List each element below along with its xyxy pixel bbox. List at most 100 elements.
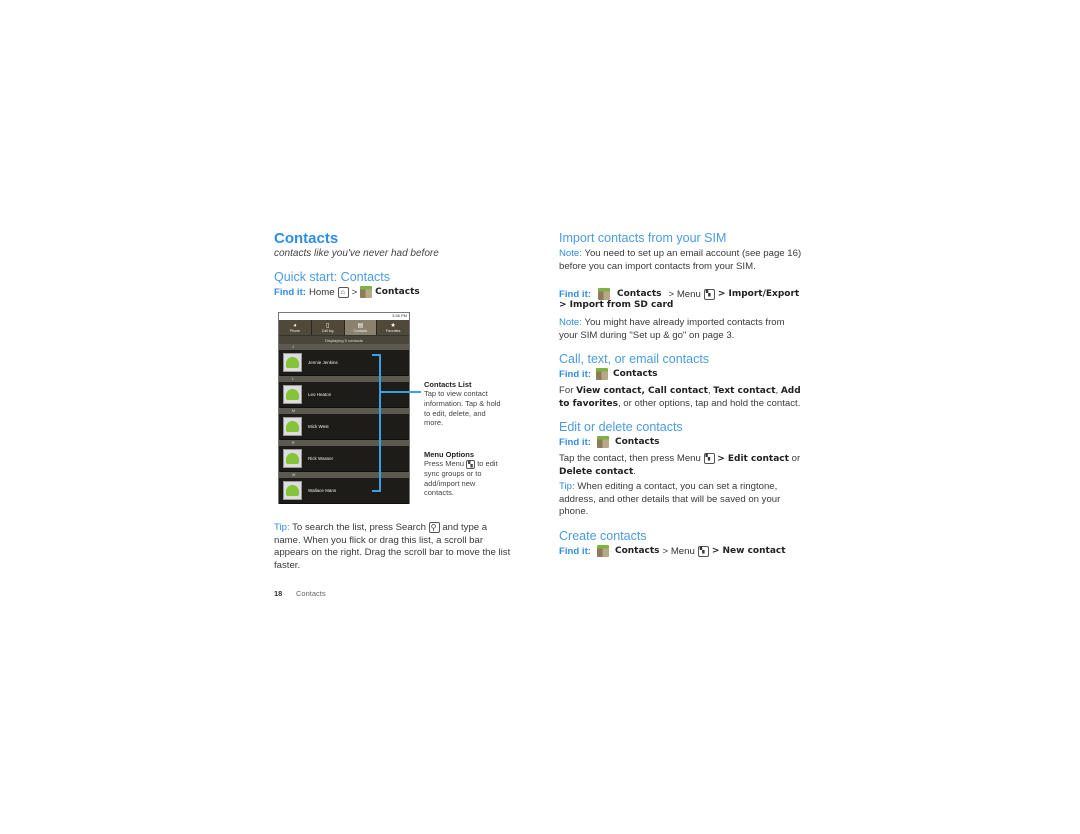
status-time: 3:36 PM [392, 313, 407, 318]
contacts-label: Contacts [616, 289, 662, 299]
tip-text: To search the list, press Search [292, 522, 426, 534]
tab-contacts[interactable]: ▤ Contacts [344, 320, 378, 335]
menu-key-icon: ▚ [466, 459, 476, 469]
tip-label: Tip: [274, 522, 290, 534]
avatar [283, 449, 302, 468]
contacts-app-icon [597, 288, 610, 300]
contact-row[interactable]: Rick Wasser [279, 446, 409, 472]
phone-screenshot: 3:36 PM ◕ Phone ▯ Call log ▤ Contacts ★ Favo… [278, 312, 410, 504]
avatar [283, 385, 302, 404]
callout-menu-options: Menu Options Press Menu ▚ to edit sync g… [424, 450, 504, 498]
contacts-label: Contacts [612, 369, 658, 379]
separator: > [351, 286, 358, 298]
tab-label: Contacts [353, 328, 368, 333]
import-sd-label: > Import from SD card [559, 300, 674, 310]
edit-heading: Edit or delete contacts [559, 420, 683, 434]
tip-editing: Tip: When editing a contact, you can set… [559, 481, 804, 519]
avatar [283, 417, 302, 436]
search-key-icon: ⚲ [428, 522, 440, 533]
find-it-label: Find it: [559, 436, 591, 448]
page-title: Contacts [274, 230, 339, 247]
tab-label: Favorites [385, 328, 401, 333]
callout-contacts-list: Contacts List Tap to view contact inform… [424, 380, 504, 428]
contact-name: Leo Heaton [308, 392, 332, 397]
callout-text: Tap to view contact information. Tap & h… [424, 389, 501, 428]
note-text: You might have already imported contacts… [559, 317, 785, 341]
text: Tap the contact, then press Menu [559, 453, 701, 465]
new-contact-label: > New contact [711, 546, 786, 556]
create-heading: Create contacts [559, 529, 647, 543]
find-it-label: Find it: [559, 288, 591, 300]
contact-row[interactable]: Leo Heaton [279, 382, 409, 408]
contact-row[interactable]: Wallace Mans [279, 478, 409, 504]
contacts-label: Contacts [375, 287, 420, 297]
import-note-1: Note: You need to set up an email accoun… [559, 248, 804, 273]
page-subtitle: contacts like you've never had before [274, 248, 439, 259]
tab-call-log[interactable]: ▯ Call log [312, 320, 345, 335]
menu-key-icon: ▚ [703, 453, 715, 464]
find-it-label: Find it: [559, 368, 591, 380]
text: or [791, 453, 801, 465]
find-it-label: Find it: [559, 545, 591, 557]
quick-start-heading: Quick start: Contacts [274, 270, 391, 284]
edit-find-it: Find it: Contacts [559, 436, 660, 448]
callout-text: Press Menu ▚ to edit sync groups or to a… [424, 459, 504, 498]
import-note-2: Note: You might have already imported co… [559, 317, 804, 342]
callout-bracket [372, 354, 381, 492]
contacts-app-icon [596, 436, 609, 448]
edit-text: Tap the contact, then press Menu ▚ > Edi… [559, 453, 809, 478]
tip-label: Tip: [559, 481, 575, 492]
menu-text: Press Menu [424, 459, 465, 468]
call-find-it: Find it: Contacts [559, 368, 658, 380]
contact-name: Wallace Mans [308, 488, 337, 493]
footer-section: Contacts [296, 589, 326, 598]
note-label: Note: [559, 317, 582, 328]
option-label: Text contact [713, 386, 776, 396]
avatar [283, 481, 302, 500]
tab-phone[interactable]: ◕ Phone [279, 320, 312, 335]
note-label: Note: [559, 248, 582, 259]
callout-line [381, 391, 421, 393]
menu-label: > Menu [662, 545, 695, 557]
tab-label: Phone [289, 328, 300, 333]
menu-key-icon: ▚ [697, 545, 709, 557]
tab-favorites[interactable]: ★ Favorites [377, 320, 409, 335]
note-text: You need to set up an email account (see… [559, 248, 802, 272]
contacts-app-icon [595, 368, 608, 380]
status-bar: 3:36 PM [279, 313, 409, 320]
call-heading: Call, text, or email contacts [559, 352, 710, 366]
contacts-app-icon [360, 286, 373, 298]
menu-label: > Menu [668, 288, 701, 300]
delete-contact-label: Delete contact [559, 466, 634, 477]
avatar [283, 353, 302, 372]
contact-name: Mick West [308, 424, 329, 429]
contact-row[interactable]: Jennie Jenkins [279, 350, 409, 376]
tip-search: Tip: To search the list, press Search ⚲ … [274, 522, 514, 572]
contact-row[interactable]: Mick West [279, 414, 409, 440]
option-label: View contact, Call contact [576, 386, 708, 396]
home-label: Home [308, 286, 335, 298]
menu-key-icon: ▚ [703, 288, 715, 300]
contacts-label: Contacts [614, 437, 660, 447]
tip-text: When editing a contact, you can set a ri… [559, 481, 781, 518]
import-find-it: Find it: Contacts > Menu ▚ > Import/Expo… [559, 288, 799, 300]
contact-name: Rick Wasser [308, 456, 334, 461]
quick-start-find-it: Find it: Home ⌂ > Contacts [274, 286, 420, 298]
text: . [633, 465, 636, 477]
callout-title: Contacts List [424, 380, 472, 389]
home-key-icon: ⌂ [337, 286, 349, 298]
contacts-app-icon [596, 545, 609, 557]
import-export-label: > Import/Export [717, 289, 800, 299]
text: For [559, 385, 574, 396]
find-it-label: Find it: [274, 286, 306, 298]
contacts-label: Contacts [614, 546, 660, 556]
text: , or other options, tap and hold the con… [617, 397, 801, 409]
create-find-it: Find it: Contacts > Menu ▚ > New contact [559, 545, 786, 557]
phone-tabs: ◕ Phone ▯ Call log ▤ Contacts ★ Favorites [279, 320, 409, 336]
page-number: 18 [274, 589, 283, 598]
contact-list: J Jennie Jenkins L Leo Heaton M Mick Wes… [279, 344, 409, 504]
call-text: For View contact, Call contact, Text con… [559, 385, 801, 409]
callout-title: Menu Options [424, 450, 474, 459]
import-heading: Import contacts from your SIM [559, 231, 727, 245]
contact-name: Jennie Jenkins [308, 360, 338, 365]
